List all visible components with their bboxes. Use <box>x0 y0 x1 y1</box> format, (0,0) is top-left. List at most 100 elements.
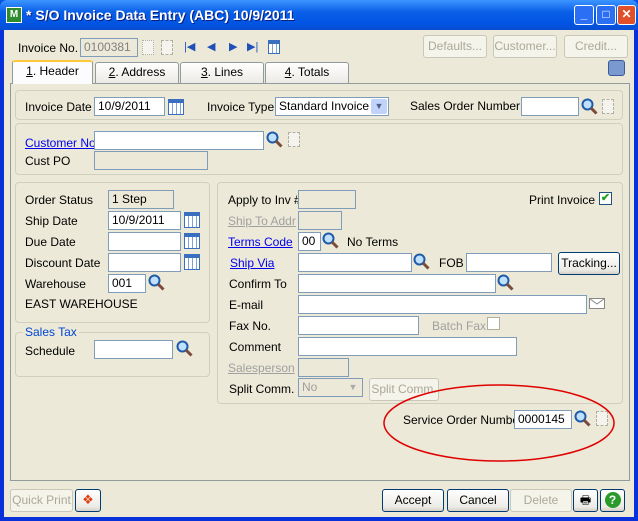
tab-key: 1 <box>26 64 33 78</box>
tab-address[interactable]: 2. Address <box>95 62 179 83</box>
sales-order-field[interactable] <box>521 97 579 116</box>
apply-to-inv-field[interactable] <box>298 190 356 209</box>
invoice-date-label: Invoice Date <box>25 100 92 114</box>
confirm-to-field[interactable] <box>298 274 496 293</box>
printer-setup-icon[interactable] <box>608 60 625 76</box>
invoice-no-field[interactable]: 0100381 <box>80 38 138 57</box>
customer-button[interactable]: Customer... <box>493 35 557 58</box>
chevron-down-icon[interactable]: ▼ <box>371 99 387 114</box>
apply-to-inv-label: Apply to Inv # <box>228 193 301 207</box>
list-icon[interactable] <box>268 40 280 54</box>
lookup-icon[interactable] <box>497 274 514 291</box>
window: M * S/O Invoice Data Entry (ABC) 10/9/20… <box>0 0 638 521</box>
cust-po-label: Cust PO <box>25 154 71 168</box>
salesperson-field <box>298 358 349 377</box>
document-icon[interactable] <box>288 132 300 147</box>
email-field[interactable] <box>298 295 587 314</box>
batch-fax-label: Batch Fax <box>432 319 487 333</box>
due-date-field[interactable] <box>108 232 181 251</box>
invoice-type-label: Invoice Type <box>207 100 275 114</box>
terms-code-field[interactable]: 00 <box>298 232 321 251</box>
lookup-icon[interactable] <box>176 340 193 357</box>
calendar-icon[interactable] <box>184 212 200 228</box>
cancel-button[interactable]: Cancel <box>447 489 509 512</box>
lookup-icon[interactable] <box>413 253 430 270</box>
confirm-to-label: Confirm To <box>229 277 287 291</box>
tab-lines[interactable]: 3. Lines <box>180 62 264 83</box>
terms-description: No Terms <box>347 235 399 249</box>
sales-tax-label: Sales Tax <box>23 325 79 339</box>
close-button[interactable]: ✕ <box>617 5 636 25</box>
window-title: * S/O Invoice Data Entry (ABC) 10/9/2011 <box>26 7 295 23</box>
tab-header[interactable]: 1. Header <box>12 60 93 84</box>
warehouse-name: EAST WAREHOUSE <box>25 297 138 311</box>
fax-no-label: Fax No. <box>229 319 272 333</box>
invoice-no-label: Invoice No. <box>18 41 79 55</box>
chevron-down-icon: ▼ <box>345 380 361 395</box>
tab-label: . Address <box>115 65 166 79</box>
envelope-icon[interactable] <box>589 298 605 309</box>
print-invoice-label: Print Invoice <box>529 193 596 207</box>
minimize-button[interactable]: _ <box>574 5 594 25</box>
email-label: E-mail <box>229 298 264 312</box>
batch-fax-checkbox[interactable] <box>487 317 500 330</box>
maximize-button[interactable]: □ <box>596 5 616 25</box>
warehouse-label: Warehouse <box>25 277 86 291</box>
split-comm-value: No <box>302 380 318 394</box>
order-status-label: Order Status <box>25 193 94 207</box>
next-number-icon[interactable] <box>142 40 154 55</box>
print-invoice-checkbox[interactable]: ✔ <box>599 192 612 205</box>
ship-date-field[interactable]: 10/9/2011 <box>108 211 181 230</box>
last-record-icon[interactable]: ▶| <box>247 40 258 53</box>
help-icon[interactable]: ? <box>600 489 625 512</box>
tab-key: 3 <box>200 65 208 79</box>
split-comm-select: No ▼ <box>298 378 363 397</box>
calendar-icon[interactable] <box>184 233 200 249</box>
calendar-icon[interactable] <box>168 99 184 115</box>
defaults-button[interactable]: Defaults... <box>423 35 487 58</box>
document-icon[interactable] <box>602 99 614 114</box>
tab-label: . Totals <box>291 65 330 79</box>
schedule-field[interactable] <box>94 340 173 359</box>
fob-label: FOB <box>439 256 464 270</box>
invoice-type-value: Standard Invoice <box>279 99 370 113</box>
tab-label: . Lines <box>207 65 244 79</box>
tracking-button[interactable]: Tracking... <box>558 252 620 275</box>
lookup-icon[interactable] <box>148 274 165 291</box>
discount-date-label: Discount Date <box>25 256 101 270</box>
ship-date-label: Ship Date <box>25 214 78 228</box>
credit-button[interactable]: Credit... <box>564 35 628 58</box>
terms-code-link[interactable]: Terms Code <box>228 235 293 249</box>
warehouse-field[interactable]: 001 <box>108 274 146 293</box>
cust-po-field[interactable] <box>94 151 208 170</box>
discount-date-field[interactable] <box>108 253 181 272</box>
comment-field[interactable] <box>298 337 517 356</box>
customer-no-field[interactable] <box>94 131 264 150</box>
accept-button[interactable]: Accept <box>382 489 444 512</box>
ship-via-field[interactable] <box>298 253 412 272</box>
previous-record-icon[interactable]: ◀ <box>207 40 215 53</box>
delete-button[interactable]: Delete <box>510 489 572 512</box>
ship-via-link[interactable]: Ship Via <box>230 256 274 270</box>
client-area: Invoice No. 0100381 |◀ ◀ ▶ ▶| Defaults..… <box>4 30 634 517</box>
title-bar[interactable]: M * S/O Invoice Data Entry (ABC) 10/9/20… <box>0 0 638 30</box>
first-record-icon[interactable]: |◀ <box>184 40 195 53</box>
ship-to-addr-link: Ship To Addr <box>228 214 296 228</box>
fob-field[interactable] <box>466 253 552 272</box>
quick-print-button[interactable]: Quick Print <box>10 489 73 512</box>
lookup-icon[interactable] <box>266 131 283 148</box>
next-record-icon[interactable]: ▶ <box>229 40 237 53</box>
due-date-label: Due Date <box>25 235 76 249</box>
windows-icon[interactable]: ❖ <box>75 489 101 512</box>
lookup-icon[interactable] <box>322 232 339 249</box>
calendar-icon[interactable] <box>184 254 200 270</box>
print-icon[interactable]: 🖶 <box>573 489 598 512</box>
lookup-icon[interactable] <box>581 98 598 115</box>
invoice-type-select[interactable]: Standard Invoice ▼ <box>275 97 389 116</box>
fax-no-field[interactable] <box>298 316 419 335</box>
tab-totals[interactable]: 4. Totals <box>265 62 349 83</box>
document-icon[interactable] <box>161 40 173 55</box>
customer-no-link[interactable]: Customer No. <box>25 136 99 150</box>
invoice-date-field[interactable]: 10/9/2011 <box>94 97 165 116</box>
sales-order-label: Sales Order Number <box>410 99 521 113</box>
